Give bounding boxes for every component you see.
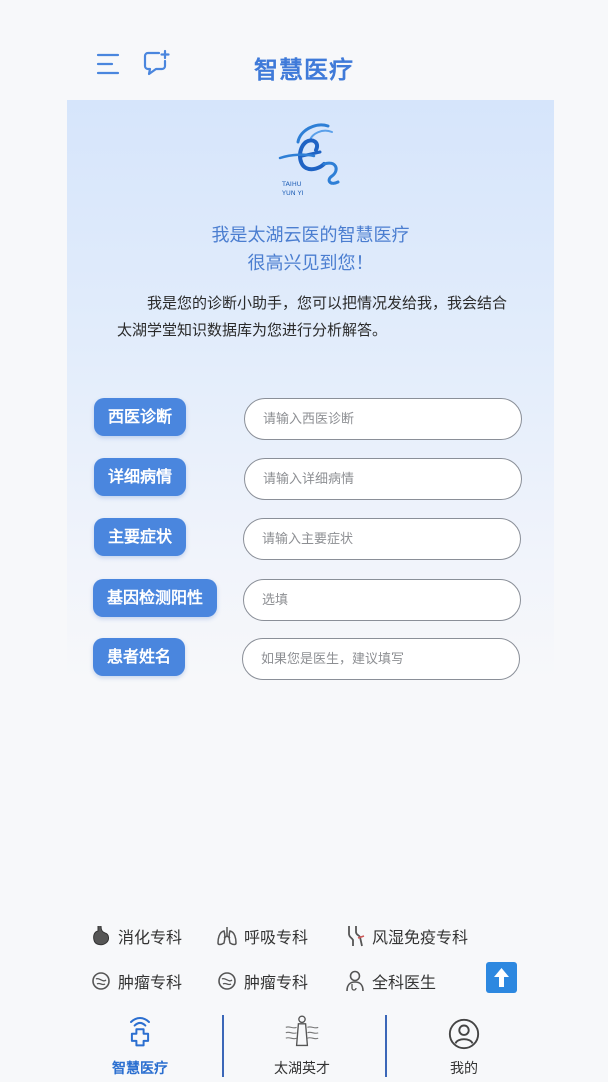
tumor-icon bbox=[92, 972, 110, 990]
dept-label: 消化专科 bbox=[118, 928, 183, 947]
lungs-icon bbox=[217, 927, 237, 946]
dept-oncology[interactable]: 肿瘤专科 bbox=[90, 967, 182, 995]
logo-text-line1: TAIHU bbox=[281, 180, 302, 188]
greeting-line1: 我是太湖云医的智慧医疗 bbox=[211, 225, 410, 246]
logo-text-line2: YUN YI bbox=[281, 189, 304, 197]
tab-label: 太湖英才 bbox=[274, 1061, 330, 1077]
dept-label: 肿瘤专科 bbox=[118, 973, 183, 992]
tab-divider bbox=[222, 1015, 224, 1077]
doctor-icon bbox=[346, 970, 364, 992]
tab-label: 我的 bbox=[450, 1061, 478, 1077]
dept-rheumatology[interactable]: 风湿免疫专科 bbox=[344, 922, 468, 950]
arrow-up-icon bbox=[494, 968, 509, 987]
western-diagnosis-input[interactable] bbox=[244, 398, 522, 440]
main-symptoms-input[interactable] bbox=[243, 518, 521, 560]
dept-label: 全科医生 bbox=[372, 973, 437, 992]
patient-name-input[interactable] bbox=[242, 638, 520, 680]
dept-gastro[interactable]: 消化专科 bbox=[90, 922, 182, 950]
label-western-diagnosis: 西医诊断 bbox=[94, 398, 187, 436]
label-gene-test-positive: 基因检测阳性 bbox=[93, 579, 218, 617]
tab-taihu-talent[interactable]: 太湖英才 bbox=[252, 1005, 352, 1082]
joint-icon bbox=[348, 926, 365, 947]
tab-divider bbox=[385, 1015, 387, 1077]
tab-smart-medical[interactable]: 智慧医疗 bbox=[90, 1005, 190, 1082]
page-title: 智慧医疗 bbox=[254, 56, 354, 84]
dept-general-practice[interactable]: 全科医生 bbox=[344, 967, 436, 995]
dept-label: 肿瘤专科 bbox=[244, 973, 309, 992]
app-header: 智慧医疗 bbox=[0, 0, 608, 100]
scroll-top-button[interactable] bbox=[486, 962, 517, 993]
assistant-intro: 我是您的诊断小助手，您可以把情况发给我，我会结合太湖学堂知识数据库为您进行分析解… bbox=[117, 294, 508, 339]
greeting-line2: 很高兴见到您！ bbox=[247, 253, 374, 274]
talent-figure-icon bbox=[285, 1015, 319, 1047]
user-circle-icon bbox=[448, 1018, 480, 1050]
label-patient-name: 患者姓名 bbox=[93, 638, 186, 676]
label-detailed-condition: 详细病情 bbox=[94, 458, 187, 496]
dept-respiratory[interactable]: 呼吸专科 bbox=[216, 922, 308, 950]
stomach-icon bbox=[93, 925, 109, 946]
dept-label: 风湿免疫专科 bbox=[372, 928, 469, 947]
gene-test-positive-input[interactable] bbox=[243, 579, 521, 621]
medical-signal-icon bbox=[130, 1016, 150, 1047]
bottom-tab-bar: 智慧医疗 太湖英才 我的 bbox=[0, 1005, 608, 1082]
tumor-icon bbox=[218, 972, 236, 990]
label-main-symptoms: 主要症状 bbox=[94, 518, 187, 556]
tab-label: 智慧医疗 bbox=[112, 1061, 168, 1077]
tab-mine[interactable]: 我的 bbox=[414, 1005, 514, 1082]
taihu-yunyi-logo: TAIHU YUN YI bbox=[278, 123, 340, 197]
dept-oncology-2[interactable]: 肿瘤专科 bbox=[216, 967, 308, 995]
dept-label: 呼吸专科 bbox=[244, 928, 309, 947]
detailed-condition-input[interactable] bbox=[244, 458, 522, 500]
